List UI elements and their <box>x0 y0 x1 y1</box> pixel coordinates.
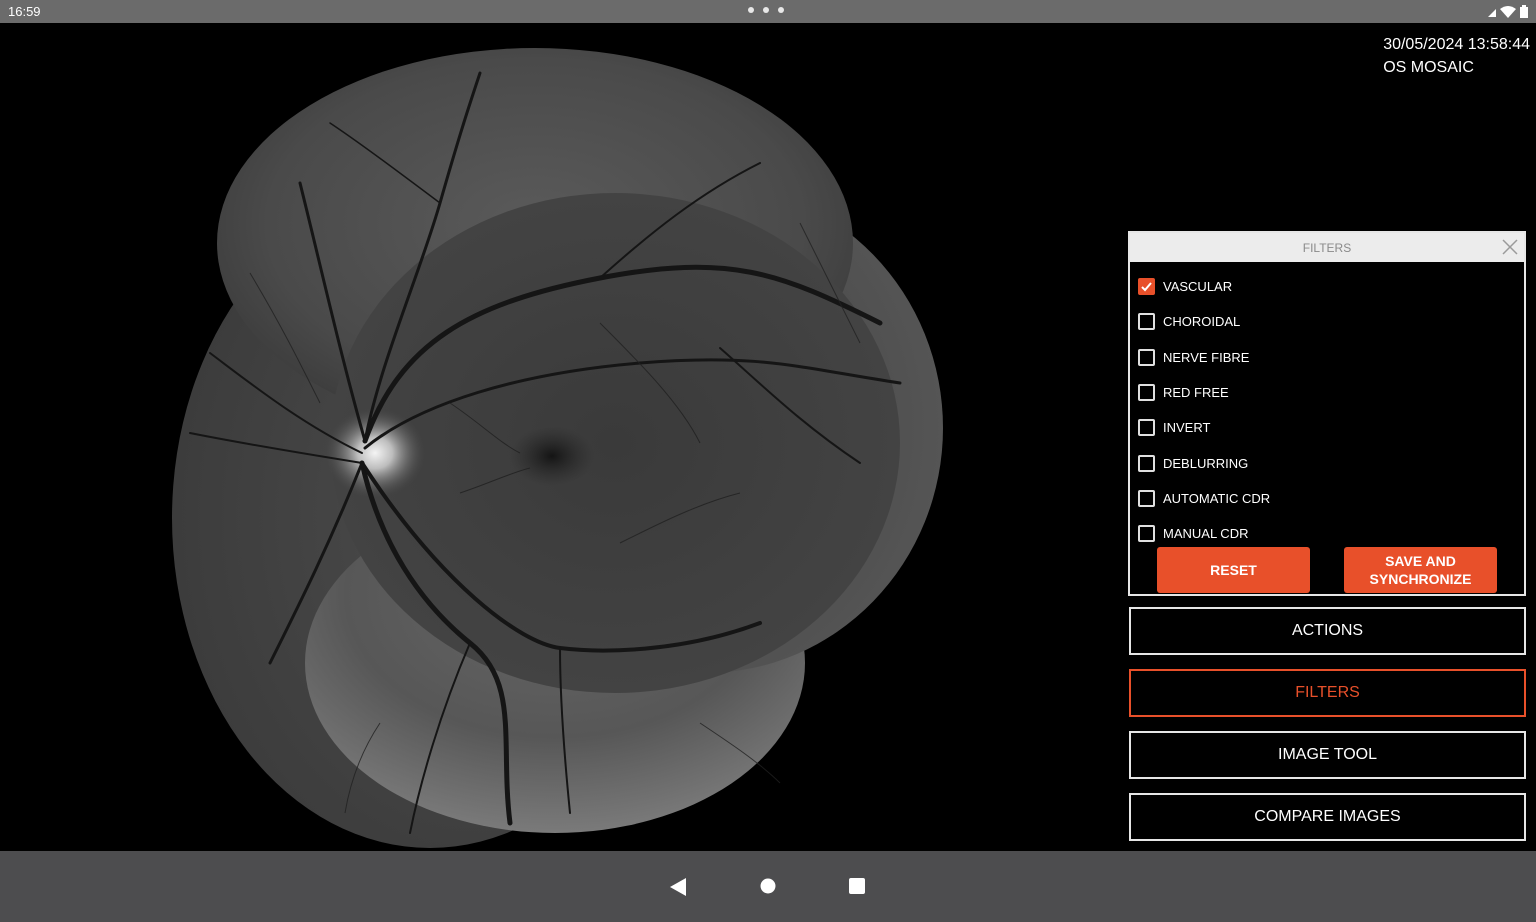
capture-info: 30/05/2024 13:58:44 OS MOSAIC <box>1383 33 1530 79</box>
filter-list: VASCULAR CHOROIDAL NERVE FIBRE RED FREE … <box>1130 262 1524 551</box>
battery-icon <box>1520 5 1528 18</box>
home-icon[interactable] <box>760 878 776 894</box>
checkbox-icon[interactable] <box>1138 489 1155 507</box>
save-button-line2: SYNCHRONIZE <box>1369 571 1472 587</box>
filters-panel-header: FILTERS <box>1130 233 1524 262</box>
filter-label: RED FREE <box>1163 385 1229 401</box>
reset-button[interactable]: RESET <box>1157 547 1310 593</box>
filter-item-automatic-cdr[interactable]: AUTOMATIC CDR <box>1130 481 1524 516</box>
dots-icon <box>748 7 784 13</box>
fundus-mosaic-image[interactable] <box>0 23 1128 851</box>
checkbox-icon[interactable] <box>1138 313 1155 331</box>
filter-item-nerve-fibre[interactable]: NERVE FIBRE <box>1130 340 1524 375</box>
filter-label: VASCULAR <box>1163 279 1233 295</box>
checkbox-icon[interactable] <box>1138 419 1155 437</box>
save-button-line1: SAVE AND <box>1385 553 1456 569</box>
checkbox-checked-icon[interactable] <box>1138 278 1155 296</box>
actions-button[interactable]: ACTIONS <box>1129 607 1526 655</box>
checkbox-icon[interactable] <box>1138 348 1155 366</box>
filter-label: INVERT <box>1163 420 1211 436</box>
filters-panel-buttons: RESET SAVE AND SYNCHRONIZE <box>1130 547 1524 595</box>
signal-icon <box>1488 8 1496 17</box>
app-root: 16:59 30/05/2024 13:58:44 OS MOSAIC FILT… <box>0 0 1536 922</box>
filter-item-red-free[interactable]: RED FREE <box>1130 375 1524 410</box>
status-time: 16:59 <box>8 4 41 19</box>
capture-datetime: 30/05/2024 13:58:44 <box>1383 36 1530 53</box>
back-icon[interactable] <box>670 878 686 896</box>
save-and-synchronize-button[interactable]: SAVE AND SYNCHRONIZE <box>1344 547 1497 593</box>
filters-panel: FILTERS VASCULAR CHOROIDAL NERVE FIBRE R… <box>1128 231 1526 596</box>
compare-images-button[interactable]: COMPARE IMAGES <box>1129 793 1526 841</box>
filter-label: MANUAL CDR <box>1163 526 1249 542</box>
status-icons <box>1488 5 1528 18</box>
filter-label: AUTOMATIC CDR <box>1163 490 1271 506</box>
recents-icon[interactable] <box>849 878 865 894</box>
checkbox-icon[interactable] <box>1138 384 1155 402</box>
capture-label: OS MOSAIC <box>1383 59 1474 76</box>
filter-label: CHOROIDAL <box>1163 314 1241 330</box>
navigation-bar <box>0 851 1536 922</box>
filter-item-vascular[interactable]: VASCULAR <box>1130 269 1524 304</box>
filters-button[interactable]: FILTERS <box>1129 669 1526 717</box>
status-bar: 16:59 <box>0 0 1536 23</box>
filter-item-choroidal[interactable]: CHOROIDAL <box>1130 304 1524 339</box>
filter-label: NERVE FIBRE <box>1163 349 1250 365</box>
image-tool-button[interactable]: IMAGE TOOL <box>1129 731 1526 779</box>
filter-item-deblurring[interactable]: DEBLURRING <box>1130 445 1524 480</box>
checkbox-icon[interactable] <box>1138 525 1155 543</box>
close-icon[interactable] <box>1500 237 1520 257</box>
checkbox-icon[interactable] <box>1138 454 1155 472</box>
wifi-icon <box>1500 5 1516 18</box>
fundus-image-viewer[interactable] <box>0 23 1128 851</box>
filter-label: DEBLURRING <box>1163 455 1249 471</box>
filter-item-invert[interactable]: INVERT <box>1130 410 1524 445</box>
filters-panel-title: FILTERS <box>1302 240 1352 255</box>
